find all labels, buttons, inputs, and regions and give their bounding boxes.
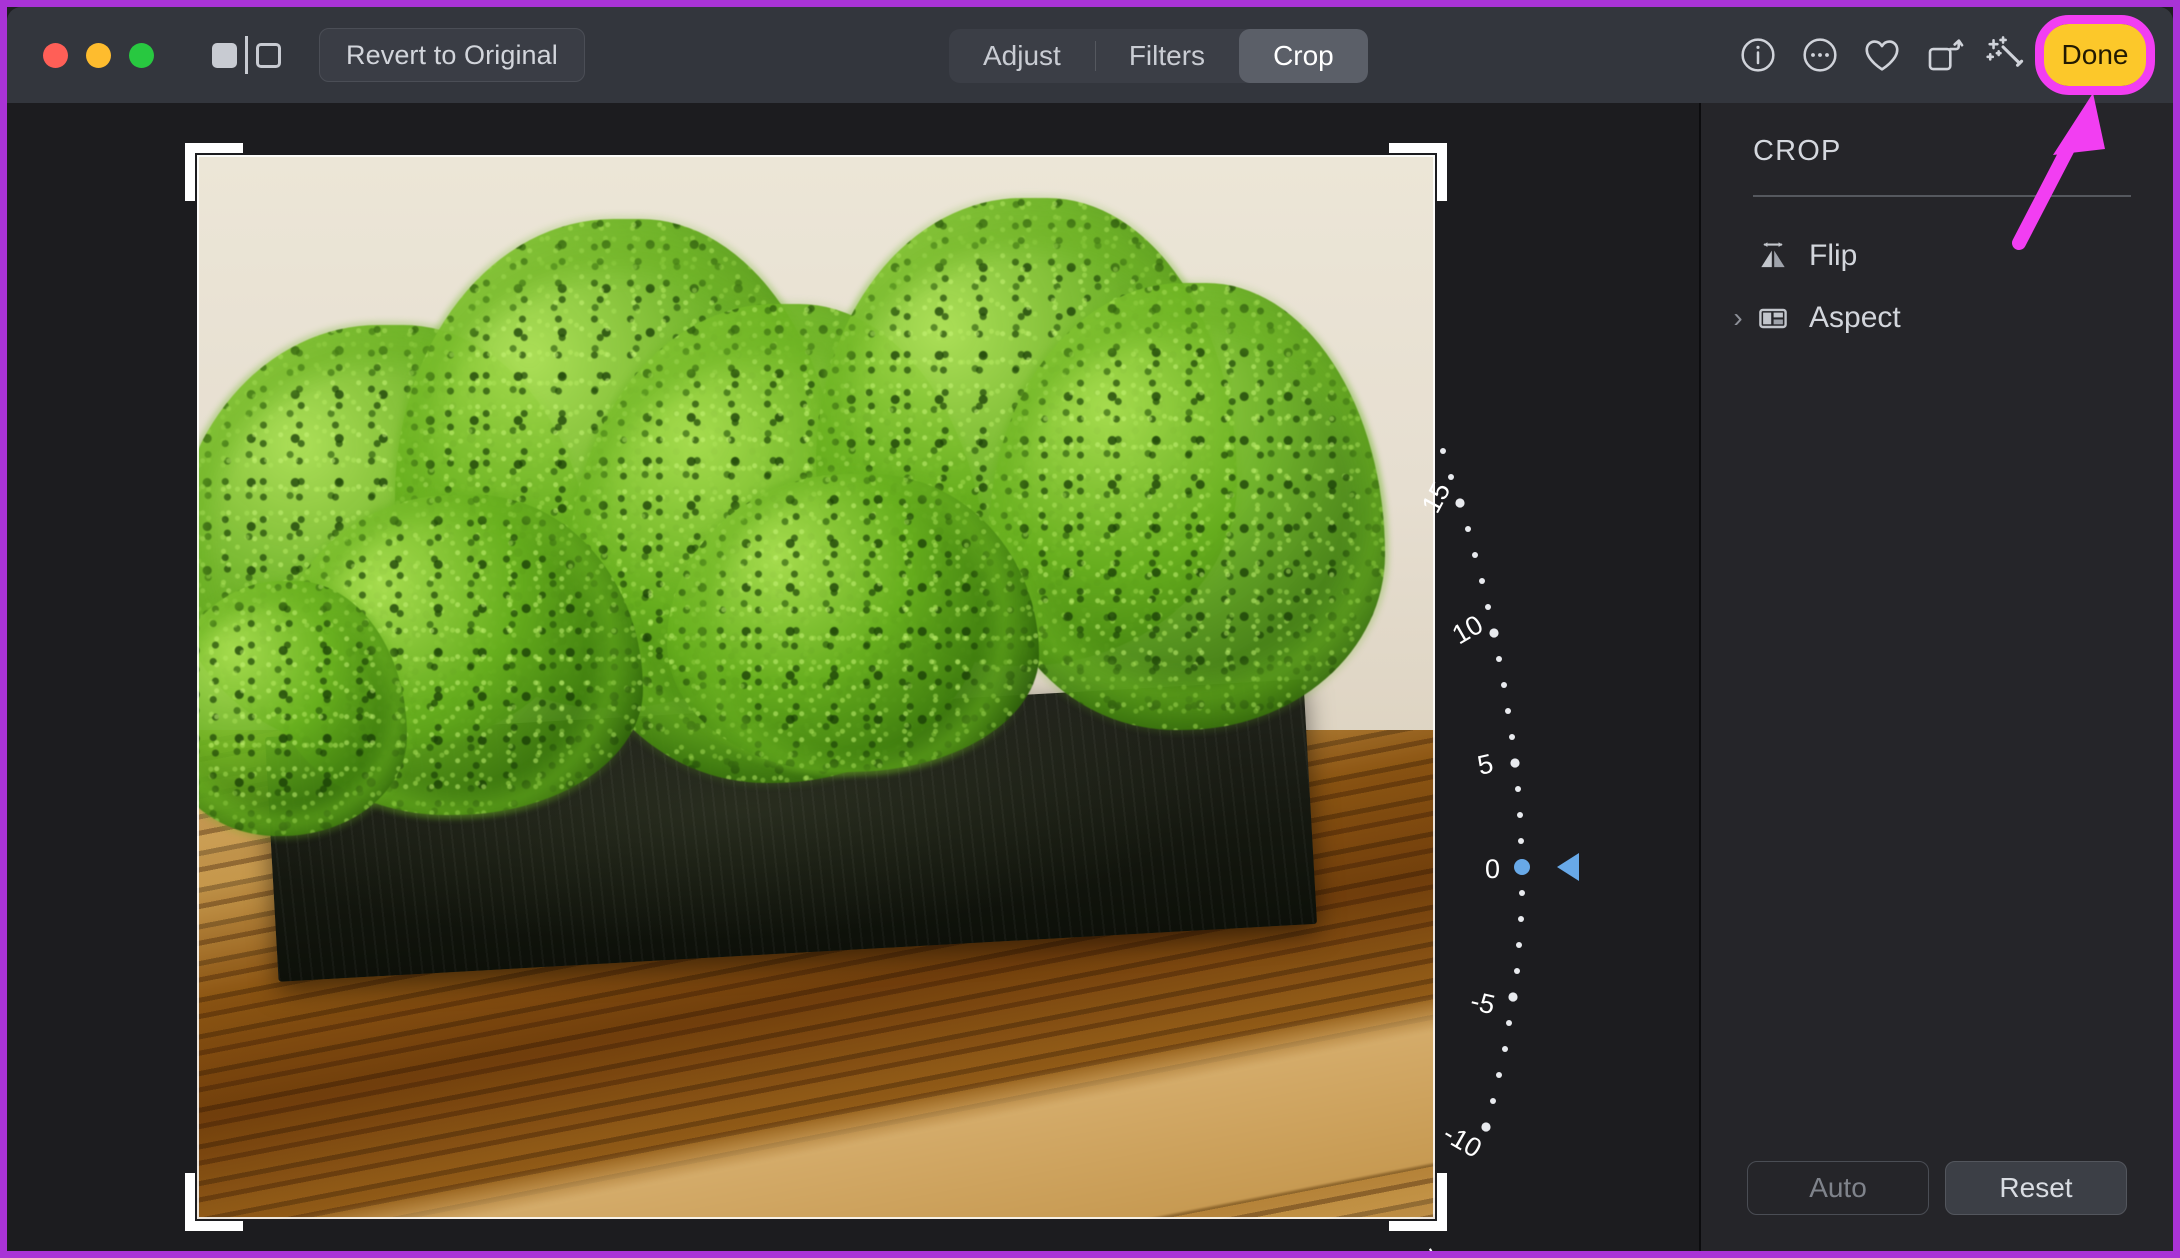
tab-filters[interactable]: Filters: [1094, 29, 1239, 83]
crop-handle-top-right[interactable]: [1389, 143, 1447, 201]
tab-filters-label: Filters: [1128, 40, 1206, 71]
dial-current-marker: [1514, 859, 1530, 875]
minimize-button[interactable]: [86, 42, 111, 68]
window-controls: [43, 42, 154, 68]
tab-crop[interactable]: Crop: [1239, 29, 1368, 83]
sidebar-item-flip[interactable]: › Flip: [1701, 225, 2173, 287]
done-button[interactable]: Done: [2043, 24, 2147, 86]
sidebar-footer-actions: Auto Reset: [1701, 1161, 2173, 1215]
photos-editor-window: Revert to Original Adjust Filters Crop D…: [0, 0, 2180, 1258]
sidebar-section-title: CROP: [1753, 135, 1842, 167]
dial-tick-label: -15: [1418, 1240, 1463, 1258]
chevron-placeholder: ›: [1723, 240, 1753, 272]
rotate-icon[interactable]: [1913, 24, 1975, 86]
aspect-icon: [1753, 298, 1793, 338]
sidebar-item-aspect-label: Aspect: [1809, 301, 1901, 334]
more-options-icon[interactable]: [1789, 24, 1851, 86]
outlined-square-icon: [256, 42, 281, 68]
maximize-button[interactable]: [129, 42, 154, 68]
toolbar-actions: Done: [1727, 7, 2155, 103]
crop-selection-frame[interactable]: [185, 143, 1447, 1231]
dial-tick-label: 5: [1475, 748, 1496, 781]
dial-tick-label: -10: [1438, 1118, 1487, 1163]
title-bar: Revert to Original Adjust Filters Crop D…: [7, 7, 2173, 103]
tab-adjust-label: Adjust: [983, 40, 1061, 71]
auto-label: Auto: [1809, 1172, 1867, 1203]
auto-button[interactable]: Auto: [1747, 1161, 1929, 1215]
filled-square-icon: [212, 42, 237, 68]
reset-label: Reset: [1999, 1172, 2073, 1203]
revert-label: Revert to Original: [346, 39, 558, 70]
photo-wood-highlight: [197, 975, 1435, 1219]
dial-tick-label: 10: [1447, 609, 1488, 650]
photo-preview: [197, 155, 1435, 1219]
dial-tick-label: 0: [1485, 854, 1500, 884]
tab-adjust[interactable]: Adjust: [949, 29, 1095, 83]
done-button-wrapper: Done: [2035, 15, 2155, 95]
crop-handle-top-left[interactable]: [185, 143, 243, 201]
crop-handle-bottom-right[interactable]: [1389, 1173, 1447, 1231]
reset-button[interactable]: Reset: [1945, 1161, 2127, 1215]
chevron-right-icon[interactable]: ›: [1723, 302, 1753, 334]
photo-moss-clump: [663, 470, 1043, 777]
info-icon[interactable]: [1727, 24, 1789, 86]
favorite-heart-icon[interactable]: [1851, 24, 1913, 86]
image-canvas[interactable]: 15 10 5 0 -5 -10 -15: [7, 103, 1699, 1251]
crop-handle-bottom-left[interactable]: [185, 1173, 243, 1231]
divider-bar-icon: [245, 36, 248, 74]
straighten-rotation-dial[interactable]: 15 10 5 0 -5 -10 -15: [1416, 433, 1657, 1251]
sidebar-item-aspect[interactable]: › Aspect: [1701, 287, 2173, 349]
compare-before-after-toggle[interactable]: [212, 36, 281, 74]
revert-to-original-button[interactable]: Revert to Original: [319, 28, 585, 82]
dial-tick-label: -5: [1468, 986, 1498, 1021]
close-button[interactable]: [43, 42, 68, 68]
flip-icon: [1753, 236, 1793, 276]
tab-crop-label: Crop: [1273, 40, 1334, 71]
photo-content: [197, 155, 1435, 1219]
crop-sidebar: CROP › Flip ›: [1699, 103, 2173, 1251]
done-label: Done: [2061, 39, 2129, 70]
sidebar-divider: [1753, 195, 2131, 197]
edit-mode-tabs: Adjust Filters Crop: [949, 29, 1368, 83]
auto-enhance-icon[interactable]: [1975, 24, 2037, 86]
sidebar-item-flip-label: Flip: [1809, 239, 1858, 272]
workspace: 15 10 5 0 -5 -10 -15 CROP ›: [7, 103, 2173, 1251]
dial-pointer-triangle: [1557, 853, 1579, 881]
photo-moss-clump: [985, 278, 1390, 734]
